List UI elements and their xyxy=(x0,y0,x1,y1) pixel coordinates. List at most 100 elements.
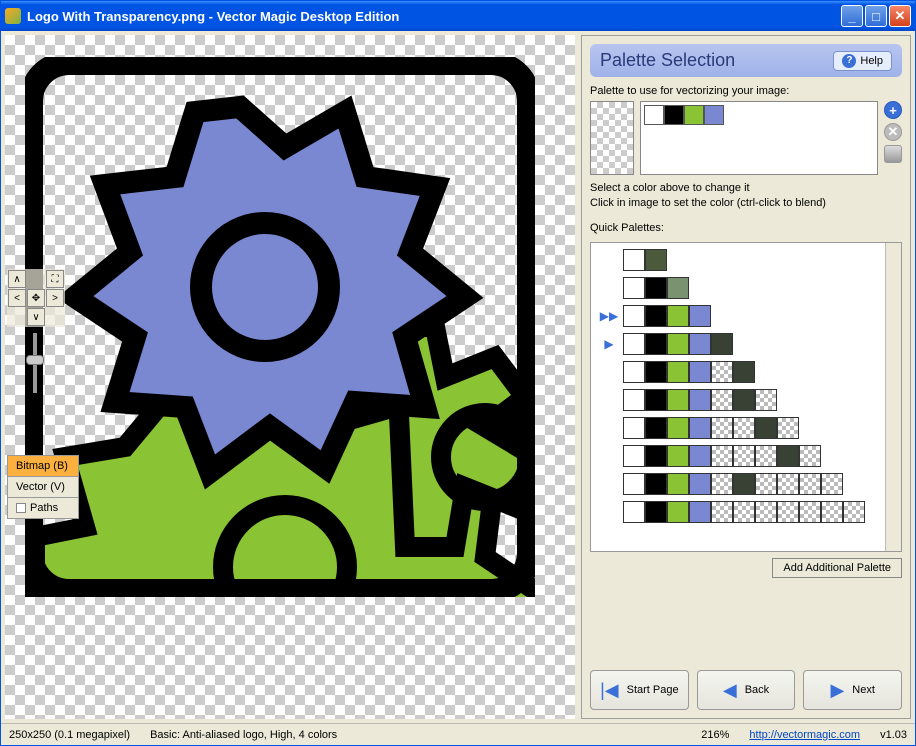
palette-swatch[interactable] xyxy=(644,105,664,125)
quick-swatch[interactable] xyxy=(777,417,799,439)
quick-swatch[interactable] xyxy=(645,417,667,439)
back-button[interactable]: ◀Back xyxy=(697,670,796,710)
titlebar[interactable]: Logo With Transparency.png - Vector Magi… xyxy=(1,1,915,31)
tab-bitmap[interactable]: Bitmap (B) xyxy=(7,455,79,477)
quick-palette-row[interactable] xyxy=(595,445,897,467)
add-color-button[interactable]: + xyxy=(884,101,902,119)
quick-swatch[interactable] xyxy=(667,445,689,467)
quick-swatch[interactable] xyxy=(667,417,689,439)
quick-swatch[interactable] xyxy=(667,305,689,327)
help-button[interactable]: ? Help xyxy=(833,51,892,71)
quick-swatch[interactable] xyxy=(711,389,733,411)
quick-palette-row[interactable] xyxy=(595,473,897,495)
quick-swatch[interactable] xyxy=(645,501,667,523)
quick-swatch[interactable] xyxy=(755,473,777,495)
quick-palette-row[interactable] xyxy=(595,277,897,299)
quick-swatch[interactable] xyxy=(821,473,843,495)
image-preview[interactable] xyxy=(25,57,535,597)
quick-swatch[interactable] xyxy=(733,445,755,467)
quick-swatch[interactable] xyxy=(645,473,667,495)
add-palette-button[interactable]: Add Additional Palette xyxy=(772,558,902,578)
quick-palettes-scrollbar[interactable] xyxy=(885,243,901,551)
quick-swatch[interactable] xyxy=(645,249,667,271)
quick-swatch[interactable] xyxy=(755,445,777,467)
quick-swatch[interactable] xyxy=(689,501,711,523)
quick-swatch[interactable] xyxy=(799,501,821,523)
quick-swatch[interactable] xyxy=(623,305,645,327)
quick-swatch[interactable] xyxy=(711,501,733,523)
quick-swatch[interactable] xyxy=(623,333,645,355)
quick-palette-row[interactable]: ▶▶ xyxy=(595,305,897,327)
current-palette[interactable] xyxy=(640,101,878,175)
quick-swatch[interactable] xyxy=(645,277,667,299)
nav-left[interactable]: < xyxy=(8,289,26,307)
palette-swatch[interactable] xyxy=(704,105,724,125)
quick-swatch[interactable] xyxy=(711,361,733,383)
quick-palettes-list[interactable]: ▶▶▶ xyxy=(590,242,902,552)
quick-swatch[interactable] xyxy=(799,473,821,495)
tab-paths[interactable]: Paths xyxy=(7,497,79,519)
tab-vector[interactable]: Vector (V) xyxy=(7,476,79,498)
nav-move[interactable]: ✥ xyxy=(27,289,45,307)
quick-swatch[interactable] xyxy=(755,417,777,439)
canvas-area[interactable]: ∧ ⛶ < ✥ > ∨ Bitmap (B) Vector (V) Paths xyxy=(5,35,575,719)
quick-swatch[interactable] xyxy=(777,501,799,523)
quick-swatch[interactable] xyxy=(733,361,755,383)
maximize-button[interactable]: □ xyxy=(865,5,887,27)
nav-down[interactable]: ∨ xyxy=(27,308,45,326)
close-button[interactable]: ✕ xyxy=(889,5,911,27)
quick-swatch[interactable] xyxy=(645,445,667,467)
quick-swatch[interactable] xyxy=(645,389,667,411)
quick-swatch[interactable] xyxy=(733,389,755,411)
quick-swatch[interactable] xyxy=(733,501,755,523)
quick-swatch[interactable] xyxy=(821,501,843,523)
quick-swatch[interactable] xyxy=(777,473,799,495)
quick-swatch[interactable] xyxy=(623,473,645,495)
quick-swatch[interactable] xyxy=(711,473,733,495)
quick-swatch[interactable] xyxy=(711,445,733,467)
quick-swatch[interactable] xyxy=(689,361,711,383)
palette-swatch[interactable] xyxy=(684,105,704,125)
quick-swatch[interactable] xyxy=(667,389,689,411)
quick-swatch[interactable] xyxy=(645,333,667,355)
quick-swatch[interactable] xyxy=(667,333,689,355)
quick-swatch[interactable] xyxy=(623,361,645,383)
quick-swatch[interactable] xyxy=(623,249,645,271)
status-url[interactable]: http://vectormagic.com xyxy=(749,729,860,741)
quick-swatch[interactable] xyxy=(777,445,799,467)
quick-swatch[interactable] xyxy=(645,361,667,383)
nav-fit[interactable]: ⛶ xyxy=(46,270,64,288)
quick-swatch[interactable] xyxy=(667,361,689,383)
quick-swatch[interactable] xyxy=(667,501,689,523)
quick-swatch[interactable] xyxy=(623,445,645,467)
quick-swatch[interactable] xyxy=(755,501,777,523)
transparency-preview[interactable] xyxy=(590,101,634,175)
nav-right[interactable]: > xyxy=(46,289,64,307)
quick-swatch[interactable] xyxy=(623,501,645,523)
quick-swatch[interactable] xyxy=(843,501,865,523)
quick-swatch[interactable] xyxy=(799,445,821,467)
remove-color-button[interactable]: ✕ xyxy=(884,123,902,141)
quick-swatch[interactable] xyxy=(689,305,711,327)
quick-swatch[interactable] xyxy=(733,417,755,439)
quick-swatch[interactable] xyxy=(623,417,645,439)
quick-palette-row[interactable] xyxy=(595,361,897,383)
quick-swatch[interactable] xyxy=(689,473,711,495)
quick-palette-row[interactable] xyxy=(595,389,897,411)
quick-swatch[interactable] xyxy=(689,417,711,439)
start-page-button[interactable]: |◀Start Page xyxy=(590,670,689,710)
quick-swatch[interactable] xyxy=(623,277,645,299)
quick-swatch[interactable] xyxy=(733,473,755,495)
quick-palette-row[interactable] xyxy=(595,501,897,523)
quick-swatch[interactable] xyxy=(667,277,689,299)
quick-swatch[interactable] xyxy=(711,333,733,355)
quick-palette-row[interactable]: ▶ xyxy=(595,333,897,355)
quick-swatch[interactable] xyxy=(755,389,777,411)
quick-swatch[interactable] xyxy=(667,473,689,495)
quick-swatch[interactable] xyxy=(689,333,711,355)
quick-palette-row[interactable] xyxy=(595,249,897,271)
minimize-button[interactable]: _ xyxy=(841,5,863,27)
next-button[interactable]: ▶Next xyxy=(803,670,902,710)
quick-swatch[interactable] xyxy=(711,417,733,439)
nav-up[interactable]: ∧ xyxy=(8,270,26,288)
